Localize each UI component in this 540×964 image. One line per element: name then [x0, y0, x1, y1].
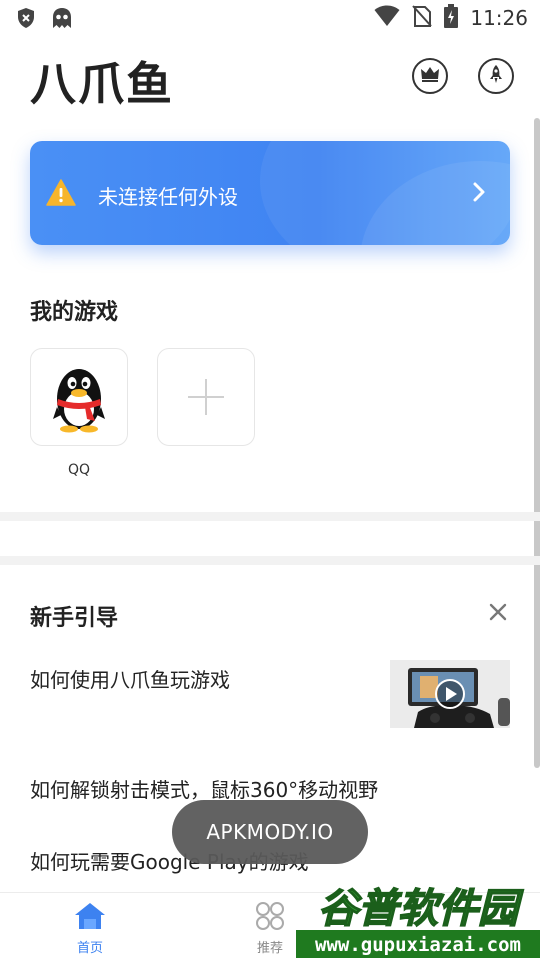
svg-text:www.gupuxiazai.com: www.gupuxiazai.com	[315, 934, 521, 956]
guide-item[interactable]: 如何使用八爪鱼玩游戏	[30, 664, 230, 693]
close-icon[interactable]	[488, 602, 508, 626]
shield-x-icon	[16, 7, 36, 33]
svg-text:谷普软件园: 谷普软件园	[318, 886, 524, 932]
guide-title: 新手引导	[30, 606, 119, 631]
ghost-icon	[50, 7, 74, 33]
section-divider	[0, 556, 540, 565]
status-bar: 11:26	[0, 0, 540, 36]
status-time: 11:26	[470, 6, 528, 30]
app-title: 八爪鱼	[30, 57, 174, 111]
device-connection-banner[interactable]: 未连接任何外设	[30, 141, 510, 245]
boost-button[interactable]	[478, 58, 514, 94]
qq-penguin-icon	[31, 369, 127, 449]
crown-icon	[420, 66, 440, 86]
banner-text: 未连接任何外设	[98, 185, 238, 209]
section-divider	[0, 512, 540, 521]
warning-icon	[46, 179, 76, 210]
rocket-icon	[488, 64, 504, 88]
app-header: 八爪鱼	[0, 40, 540, 118]
add-game-button[interactable]	[157, 348, 255, 446]
guide-item[interactable]: 如何解锁射击模式，鼠标360°移动视野	[30, 774, 378, 803]
battery-charging-icon	[444, 4, 459, 32]
no-sim-icon	[412, 4, 433, 32]
game-label-qq: QQ	[67, 462, 91, 478]
toast-message: APKMODY.IO	[172, 800, 368, 864]
wifi-icon	[374, 5, 400, 31]
vip-button[interactable]	[412, 58, 448, 94]
scrollbar[interactable]	[534, 118, 540, 768]
my-games-title: 我的游戏	[30, 300, 119, 325]
nav-label: 首页	[76, 941, 103, 956]
chevron-right-icon	[472, 181, 486, 207]
game-tile-qq[interactable]	[30, 348, 128, 446]
home-icon	[73, 903, 107, 935]
nav-item-home[interactable]: 首页	[50, 901, 130, 956]
grid-icon	[255, 902, 285, 935]
guide-video-thumbnail[interactable]	[390, 660, 510, 728]
plus-icon	[158, 379, 254, 449]
watermark-logo: 谷普软件园 www.gupuxiazai.com	[296, 876, 540, 960]
